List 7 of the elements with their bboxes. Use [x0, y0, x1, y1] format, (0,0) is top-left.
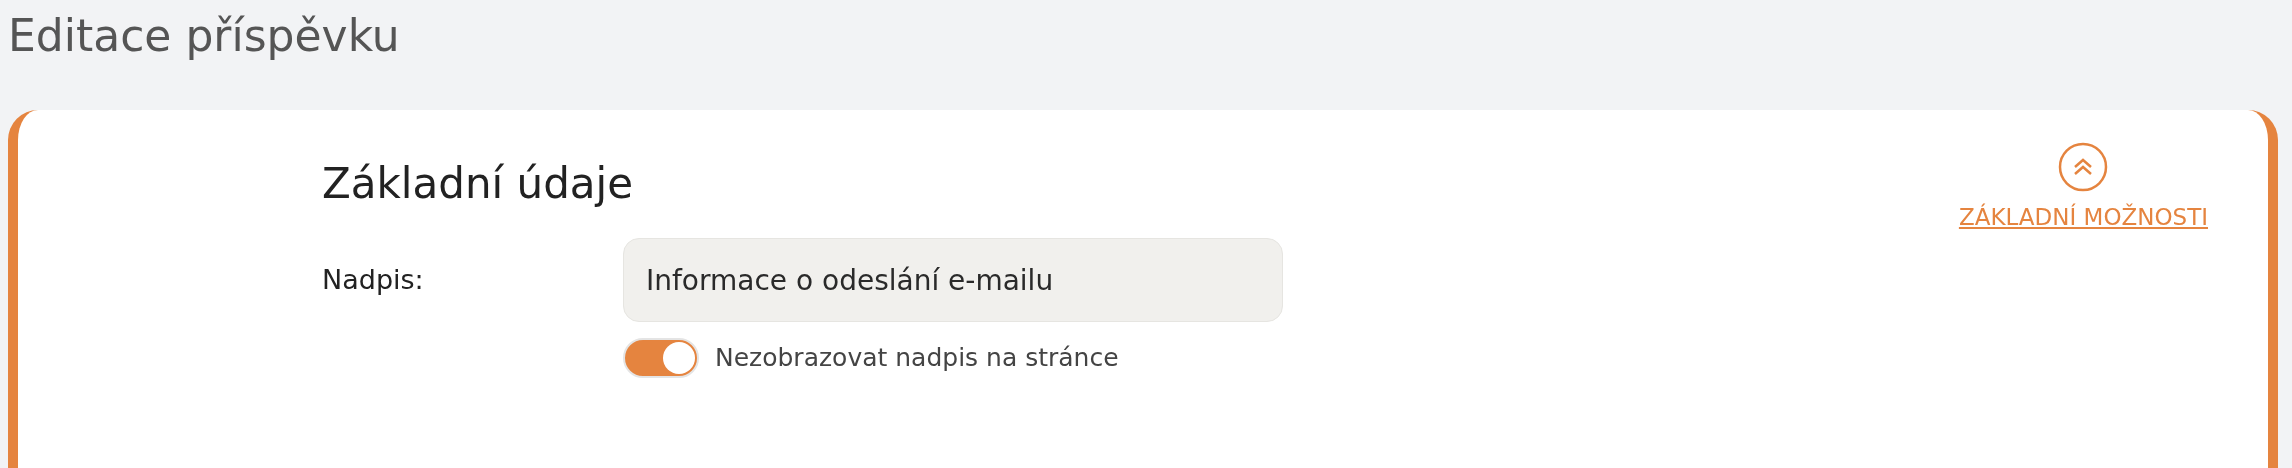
- toggle-switch[interactable]: [623, 338, 699, 378]
- switch-label: Nezobrazovat nadpis na stránce: [715, 342, 1119, 375]
- section-heading: Základní údaje: [322, 158, 635, 210]
- chevrons-up-icon[interactable]: [2058, 142, 2109, 192]
- title-input-field[interactable]: Informace o odeslání e-mailu: [623, 238, 1283, 322]
- page-title: Editace příspěvku: [7, 9, 401, 63]
- field-label: Nadpis:: [322, 263, 425, 297]
